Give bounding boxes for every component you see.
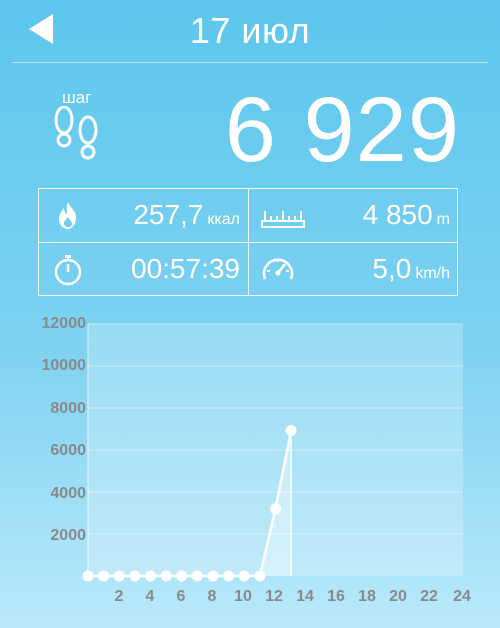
data-point [223, 570, 235, 582]
calories-unit: ккал [207, 211, 240, 228]
duration-cell: 00:57:39 [39, 243, 248, 296]
chart-plot [82, 323, 463, 582]
data-point [254, 570, 266, 582]
speed-value: 5,0 [372, 253, 412, 284]
x-tick-label: 4 [145, 588, 155, 605]
x-tick-label: 22 [420, 588, 438, 605]
distance-unit: m [436, 211, 450, 228]
duration-value: 00:57:39 [131, 253, 240, 284]
distance-ruler-icon [261, 211, 305, 228]
data-point [113, 570, 125, 582]
steps-value: 6 929 [224, 79, 460, 181]
header-divider [12, 62, 488, 63]
footprints-icon [54, 106, 98, 160]
x-tick-label: 2 [114, 588, 124, 605]
data-point [160, 570, 172, 582]
speed-cell: 5,0 km/h [249, 243, 458, 296]
speed-unit: km/h [415, 265, 450, 282]
speedometer-icon [262, 258, 294, 280]
data-point [207, 570, 219, 582]
steps-label: шаг [62, 88, 92, 107]
steps-summary: шаг 6 929 [0, 70, 500, 185]
x-tick-label: 16 [327, 588, 345, 605]
date-title[interactable]: 17 июл [0, 10, 500, 52]
data-point [285, 424, 297, 436]
data-point [176, 570, 188, 582]
stats-grid: 257,7 ккал 4 850 m 00:57:39 5,0 km/h [38, 188, 458, 296]
x-tick-label: 20 [389, 588, 407, 605]
distance-cell: 4 850 m [249, 189, 458, 242]
data-point [238, 570, 250, 582]
x-tick-label: 24 [453, 588, 471, 605]
data-point [191, 570, 203, 582]
calories-flame-icon [59, 202, 76, 229]
calories-cell: 257,7 ккал [39, 189, 248, 242]
x-tick-label: 14 [296, 588, 314, 605]
data-point [145, 570, 156, 582]
header: 17 июл [0, 0, 500, 62]
data-point [129, 570, 141, 582]
hourly-steps-chart: 12000 10000 8000 6000 4000 2000 2 4 6 8 … [0, 312, 500, 628]
data-point [82, 570, 94, 582]
x-tick-label: 8 [207, 588, 217, 605]
x-tick-label: 10 [234, 588, 252, 605]
calories-value: 257,7 [133, 199, 204, 230]
data-point [98, 570, 110, 582]
x-tick-label: 6 [176, 588, 186, 605]
x-tick-label: 18 [358, 588, 376, 605]
data-point [270, 503, 281, 515]
x-tick-label: 12 [265, 588, 283, 605]
distance-value: 4 850 [362, 199, 433, 230]
stopwatch-icon [54, 255, 82, 286]
